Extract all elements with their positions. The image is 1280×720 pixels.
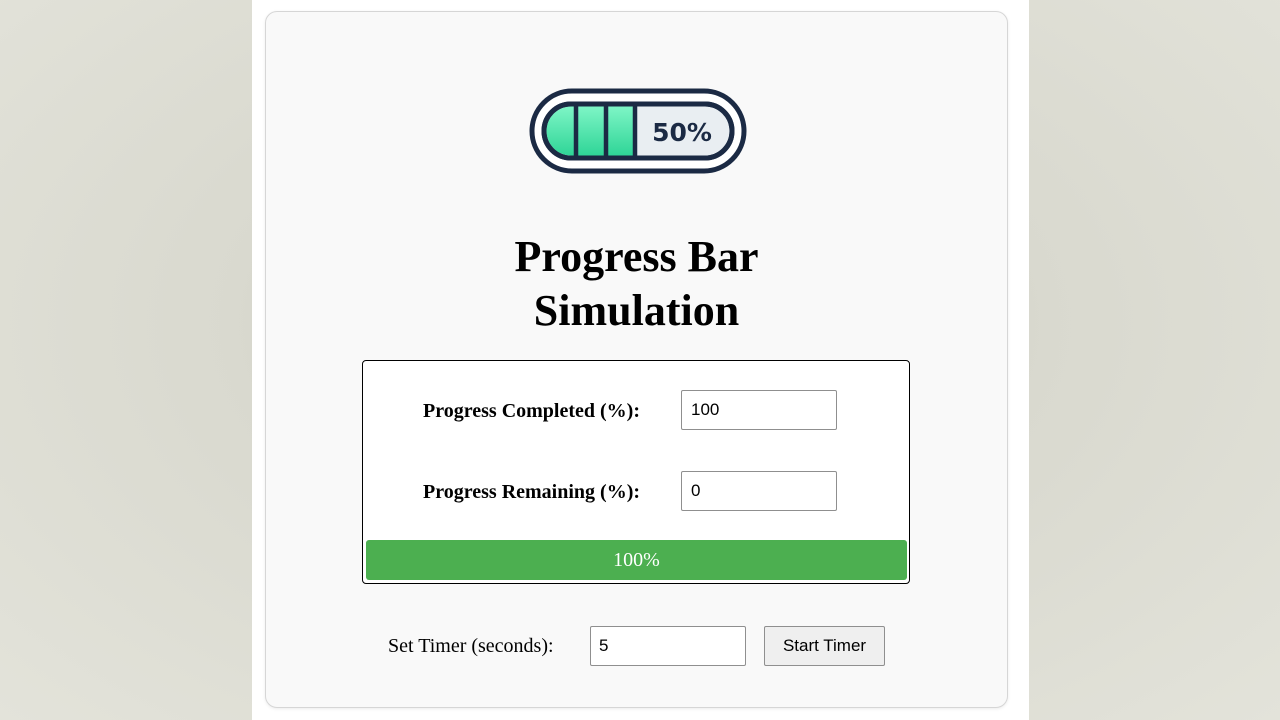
page-column: 50% Progress Bar Simulation Progress Com… bbox=[252, 0, 1029, 720]
remaining-input[interactable] bbox=[681, 471, 837, 511]
main-card: 50% Progress Bar Simulation Progress Com… bbox=[265, 11, 1008, 708]
progress-panel: Progress Completed (%): Progress Remaini… bbox=[362, 360, 910, 584]
progress-bar: 100% bbox=[366, 540, 907, 580]
completed-input[interactable] bbox=[681, 390, 837, 430]
progress-bar-text: 100% bbox=[613, 549, 660, 571]
page-title: Progress Bar Simulation bbox=[266, 230, 1007, 338]
remaining-label: Progress Remaining (%): bbox=[423, 481, 641, 503]
completed-label: Progress Completed (%): bbox=[423, 400, 640, 422]
timer-seconds-input[interactable] bbox=[590, 626, 746, 666]
battery-percent-text: 50% bbox=[652, 118, 712, 147]
page-title-text: Progress Bar Simulation bbox=[514, 232, 759, 335]
start-timer-button[interactable]: Start Timer bbox=[764, 626, 885, 666]
battery-fill bbox=[546, 106, 634, 156]
battery-progress-icon: 50% bbox=[529, 88, 747, 174]
timer-label: Set Timer (seconds): bbox=[388, 635, 554, 657]
